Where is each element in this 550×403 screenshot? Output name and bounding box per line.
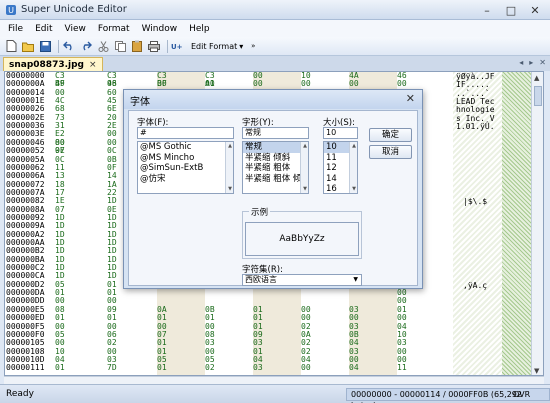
print-icon[interactable] <box>147 39 161 53</box>
hex-row[interactable]: 00000105 00 02 01 03 03 02 04 03 <box>5 338 543 347</box>
svg-text:U+: U+ <box>171 43 183 51</box>
horizontal-scrollbar[interactable] <box>4 376 544 384</box>
hex-byte[interactable]: 01 <box>205 79 229 88</box>
style-list-item[interactable]: 半紧缩 粗体 <box>243 163 308 174</box>
menu-bar: File Edit View Format Window Help <box>0 20 550 37</box>
style-list-item[interactable]: 常规 <box>243 142 308 153</box>
style-input[interactable]: 常规 <box>242 127 309 139</box>
open-folder-icon[interactable] <box>21 39 35 53</box>
hex-row[interactable]: 00000111 01 7D 01 02 03 00 04 11 <box>5 363 543 373</box>
sample-preview: AaBbYyZz <box>245 222 359 256</box>
hex-row[interactable]: 000000DD 00 00 00 <box>5 297 543 306</box>
hex-row[interactable]: 000000E5 08 09 0A 0B 01 00 03 01 <box>5 305 543 314</box>
menu-format[interactable]: Format <box>98 24 130 34</box>
tab-strip: snap08873.jpg × ◂ ▸ ✕ <box>0 56 550 71</box>
menu-window[interactable]: Window <box>142 24 178 34</box>
cancel-button[interactable]: 取消 <box>369 145 412 159</box>
undo-icon[interactable] <box>62 39 76 53</box>
hex-row[interactable]: 0000010D 04 03 05 05 04 04 00 00 <box>5 355 543 364</box>
font-list[interactable]: @MS Gothic @MS Mincho @SimSun-ExtB @仿宋 ▲ ▼ <box>137 141 234 194</box>
tab-close-all-icon[interactable]: ✕ <box>539 58 546 67</box>
new-file-icon[interactable] <box>4 39 18 53</box>
size-list-scrollbar[interactable]: ▲ ▼ <box>349 142 357 193</box>
font-list-item[interactable]: @MS Gothic <box>138 142 233 153</box>
app-icon: U <box>5 4 17 16</box>
hex-byte[interactable]: 11 <box>397 363 421 372</box>
hex-row[interactable]: 000000F5 00 00 00 00 01 02 03 04 <box>5 322 543 331</box>
hex-row[interactable]: 000000F0 05 06 07 08 09 0A 0B 10 <box>5 330 543 339</box>
toolbar-options-icon[interactable]: » <box>246 39 260 53</box>
title-bar: U Super Unicode Editor – □ ✕ <box>0 0 550 20</box>
hex-byte[interactable]: 02 <box>205 363 229 372</box>
tab-scroll-right-icon[interactable]: ▸ <box>529 58 533 67</box>
save-icon[interactable] <box>38 39 52 53</box>
hex-byte[interactable]: 00 <box>157 79 181 88</box>
status-mode: OVR <box>513 390 531 399</box>
hex-byte[interactable]: 03 <box>253 363 277 372</box>
hex-byte[interactable]: 00 <box>301 363 325 372</box>
ascii-text[interactable]: ,ÿA.ç <box>463 281 487 290</box>
menu-help[interactable]: Help <box>189 24 210 34</box>
font-list-item[interactable]: @SimSun-ExtB <box>138 163 233 174</box>
edit-format-dropdown[interactable]: Edit Format ▾ <box>188 42 246 51</box>
dialog-body: 字体(F): # @MS Gothic @MS Mincho @SimSun-Ext… <box>128 110 418 286</box>
hex-byte[interactable]: 01 <box>157 363 181 372</box>
menu-view[interactable]: View <box>65 24 86 34</box>
unicode-convert-icon[interactable]: U+ <box>171 39 185 53</box>
row-offset: 00000111 <box>6 363 45 373</box>
hex-byte[interactable]: 01 <box>55 363 79 372</box>
maximize-button[interactable]: □ <box>499 2 523 18</box>
dialog-title-bar: 字体 ✕ <box>124 90 422 109</box>
sample-label: 示例 <box>249 206 271 218</box>
minimize-button[interactable]: – <box>475 2 499 18</box>
hex-byte[interactable]: 04 <box>349 363 373 372</box>
status-bar: Ready 00000000 - 00000114 / 0000FF0B (65… <box>0 384 550 403</box>
hex-byte[interactable]: 00 <box>253 79 277 88</box>
toolbar: U+ Edit Format ▾ » <box>0 37 550 56</box>
dialog-title: 字体 <box>130 97 150 108</box>
dialog-close-icon[interactable]: ✕ <box>406 92 415 105</box>
tab-close-icon[interactable]: × <box>89 60 97 70</box>
redo-icon[interactable] <box>79 39 93 53</box>
font-input[interactable]: # <box>137 127 234 139</box>
chevron-down-icon: ▼ <box>353 276 358 283</box>
size-list[interactable]: 10111214161820▲▼ <box>323 141 358 194</box>
menu-edit[interactable]: Edit <box>35 24 52 34</box>
svg-text:U: U <box>8 6 14 15</box>
font-list-item[interactable]: @MS Mincho <box>138 153 233 164</box>
hex-row[interactable]: 000000ED 01 01 01 01 01 00 00 00 <box>5 313 543 322</box>
tab-label: snap08873.jpg <box>9 59 84 70</box>
style-list[interactable]: 常规 半紧缩 倾斜 半紧缩 粗体 半紧缩 粗体 倾 ▲ ▼ <box>242 141 309 194</box>
hex-row[interactable]: 00000108 10 00 01 00 01 02 03 00 <box>5 347 543 356</box>
sample-group: 示例 AaBbYyZz <box>242 206 362 259</box>
hex-byte[interactable]: 00 <box>349 79 373 88</box>
hex-row[interactable]: 000000DA 01 01 00 <box>5 288 543 297</box>
close-window-button[interactable]: ✕ <box>523 2 547 18</box>
status-ready: Ready <box>6 389 34 399</box>
font-list-item[interactable]: @仿宋 <box>138 174 233 185</box>
font-list-scrollbar[interactable]: ▲ ▼ <box>225 142 233 193</box>
ok-button[interactable]: 确定 <box>369 128 412 142</box>
menu-file[interactable]: File <box>8 24 23 34</box>
charset-value: 西欧语言 <box>245 275 277 284</box>
paste-icon[interactable] <box>130 39 144 53</box>
charset-select[interactable]: 西欧语言 ▼ <box>242 274 362 286</box>
cut-icon[interactable] <box>96 39 110 53</box>
font-dialog: 字体 ✕ 字体(F): # @MS Gothic @MS Mincho @SimSu… <box>123 89 423 289</box>
hex-byte[interactable]: 00 <box>301 79 325 88</box>
ascii-text[interactable]: |$\.$ <box>463 197 487 206</box>
style-list-item[interactable]: 半紧缩 倾斜 <box>243 153 308 164</box>
hex-byte[interactable]: 7D <box>107 363 131 372</box>
tab-scroll-left-icon[interactable]: ◂ <box>519 58 523 67</box>
tab-document[interactable]: snap08873.jpg × <box>3 57 103 71</box>
window-title: Super Unicode Editor <box>21 4 127 15</box>
size-input[interactable]: 10 <box>323 127 358 139</box>
style-list-item[interactable]: 半紧缩 粗体 倾 <box>243 174 308 185</box>
style-list-scrollbar[interactable]: ▲ ▼ <box>300 142 308 193</box>
copy-icon[interactable] <box>113 39 127 53</box>
